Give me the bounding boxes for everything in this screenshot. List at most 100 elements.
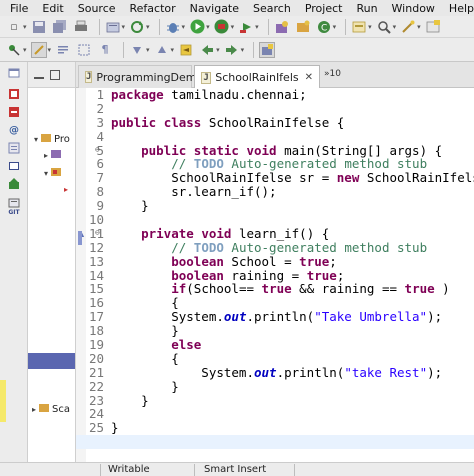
menu-source[interactable]: Source <box>78 2 116 15</box>
word-wrap-icon[interactable] <box>55 42 71 58</box>
refresh-icon[interactable] <box>129 19 145 35</box>
expand-toggle-icon[interactable]: ▾ <box>34 135 38 144</box>
collapse-icon[interactable]: ⊖ <box>95 228 100 237</box>
selected-tree-row[interactable] <box>28 353 75 369</box>
new-icon[interactable]: ▫ <box>6 19 22 35</box>
code-line[interactable]: } <box>111 324 474 338</box>
build-icon[interactable] <box>105 19 121 35</box>
declaration-icon[interactable] <box>6 178 22 192</box>
expand-toggle-icon[interactable]: ▾ <box>44 169 48 178</box>
search-dropdown-icon[interactable]: ▾ <box>393 23 397 31</box>
maximize-icon[interactable] <box>50 69 60 80</box>
new-dropdown-icon[interactable]: ▾ <box>23 23 27 31</box>
code-line[interactable]: public class SchoolRainIfelse { <box>111 115 474 130</box>
code-line[interactable]: // TODO Auto-generated method stub <box>111 157 474 171</box>
block-selection-icon[interactable] <box>76 42 92 58</box>
print-icon[interactable] <box>73 19 89 35</box>
menu-edit[interactable]: Edit <box>42 2 63 15</box>
package-explorer-icon[interactable] <box>6 88 22 102</box>
menu-file[interactable]: File <box>10 2 28 15</box>
new-class-dropdown-icon[interactable]: ▾ <box>333 23 337 31</box>
back-dropdown-icon[interactable]: ▾ <box>216 46 220 54</box>
show-whitespace-icon[interactable]: ¶ <box>97 42 113 58</box>
mark-dropdown-icon[interactable]: ▾ <box>48 46 52 54</box>
code-line[interactable]: // TODO Auto-generated method stub <box>111 240 474 255</box>
expand-toggle-icon[interactable]: ▸ <box>64 185 68 194</box>
java-perspective-icon[interactable] <box>259 41 276 58</box>
refresh-dropdown-icon[interactable]: ▾ <box>146 23 150 31</box>
code-line[interactable]: public static void main(String[] args) { <box>111 143 474 158</box>
next-annotation-dropdown-icon[interactable]: ▾ <box>146 46 150 54</box>
code-line[interactable]: System.out.println("Take Umbrella"); <box>111 310 474 324</box>
menu-project[interactable]: Project <box>305 2 343 15</box>
new-java-project-icon[interactable] <box>274 19 290 35</box>
toggle-mark-occurrences-icon[interactable] <box>30 41 47 58</box>
tab-overflow-button[interactable]: »10 <box>324 69 341 79</box>
expand-toggle-icon[interactable]: ▸ <box>32 405 36 414</box>
code-line[interactable]: if(School== true && raining == true ) <box>111 282 474 296</box>
code-line[interactable]: SchoolRainIfelse sr = new SchoolRainIfel… <box>111 171 474 185</box>
code-line[interactable]: ​ <box>111 102 474 116</box>
previous-annotation-dropdown-icon[interactable]: ▾ <box>171 46 175 54</box>
close-icon[interactable]: ✕ <box>305 72 313 83</box>
menu-run[interactable]: Run <box>356 2 377 15</box>
back-icon[interactable] <box>199 42 215 58</box>
code-line[interactable]: } <box>111 199 474 213</box>
last-edit-location-icon[interactable] <box>178 42 194 58</box>
code-line[interactable]: package tamilnadu.chennai; <box>111 88 474 102</box>
code-line[interactable]: } <box>111 393 474 408</box>
tab-programming-demo[interactable]: J ProgrammingDemo <box>78 65 203 88</box>
run-icon[interactable] <box>189 19 205 35</box>
menu-window[interactable]: Window <box>392 2 435 15</box>
next-annotation-icon[interactable] <box>129 42 145 58</box>
coverage-dropdown-icon[interactable]: ▾ <box>231 23 235 31</box>
tab-school-rain-ifelse[interactable]: J SchoolRainIfels ✕ <box>194 65 320 89</box>
open-type-icon[interactable] <box>351 19 367 35</box>
previous-annotation-icon[interactable] <box>154 42 170 58</box>
code-line[interactable]: boolean School = true; <box>111 254 474 269</box>
search-icon[interactable] <box>376 19 392 35</box>
type-hierarchy-icon[interactable] <box>6 106 22 120</box>
code-line[interactable]: System.out.println("take Rest"); <box>111 365 474 380</box>
coverage-icon[interactable] <box>214 19 230 35</box>
save-all-icon[interactable] <box>52 19 68 35</box>
new-package-icon[interactable] <box>295 19 311 35</box>
code-line[interactable]: ​ <box>111 130 474 144</box>
wand-dropdown-icon[interactable]: ▾ <box>417 23 421 31</box>
code-line[interactable]: private void learn_if() { <box>111 226 474 241</box>
menu-navigate[interactable]: Navigate <box>190 2 239 15</box>
menu-help[interactable]: Help <box>449 2 474 15</box>
restore-icon[interactable] <box>6 66 22 80</box>
debug-dropdown-icon[interactable]: ▾ <box>182 23 186 31</box>
menu-refactor[interactable]: Refactor <box>130 2 176 15</box>
code-text[interactable]: package tamilnadu.chennai;​public class … <box>76 88 474 450</box>
tree-item-jre[interactable]: ▸ <box>44 148 64 162</box>
code-editor[interactable]: ▲ 12345678910111213141516171819202122232… <box>76 88 474 462</box>
build-dropdown-icon[interactable]: ▾ <box>122 23 126 31</box>
wand-icon[interactable] <box>400 19 416 35</box>
expand-toggle-icon[interactable]: ▸ <box>44 151 48 160</box>
code-line[interactable]: ​ <box>111 213 474 227</box>
forward-dropdown-icon[interactable]: ▾ <box>241 46 245 54</box>
open-type-dropdown-icon[interactable]: ▾ <box>368 23 372 31</box>
code-line[interactable]: sr.learn_if(); <box>111 185 474 199</box>
javadoc-icon[interactable]: @ <box>6 124 22 138</box>
problems-icon[interactable] <box>6 142 22 156</box>
code-line[interactable]: boolean raining = true; <box>111 268 474 283</box>
code-line[interactable]: else <box>111 338 474 352</box>
code-line[interactable]: ​ <box>76 435 474 450</box>
new-class-icon[interactable]: C <box>316 19 332 35</box>
code-line[interactable]: { <box>111 352 474 366</box>
forward-icon[interactable] <box>224 42 240 58</box>
debug-icon[interactable] <box>165 19 181 35</box>
pin-dropdown-icon[interactable]: ▾ <box>23 46 27 54</box>
code-line[interactable]: } <box>111 379 474 394</box>
tree-item-package[interactable]: ▸ <box>64 182 71 196</box>
tree-item-scanner[interactable]: ▸ Sca <box>32 402 70 416</box>
pin-icon[interactable] <box>6 42 22 58</box>
tree-item-src[interactable]: ▾ <box>44 166 64 180</box>
tree-item-project[interactable]: ▾ Pro <box>34 132 70 146</box>
code-line[interactable]: ​ <box>111 407 474 421</box>
external-tools-icon[interactable] <box>238 19 254 35</box>
minimize-icon[interactable] <box>34 76 44 79</box>
